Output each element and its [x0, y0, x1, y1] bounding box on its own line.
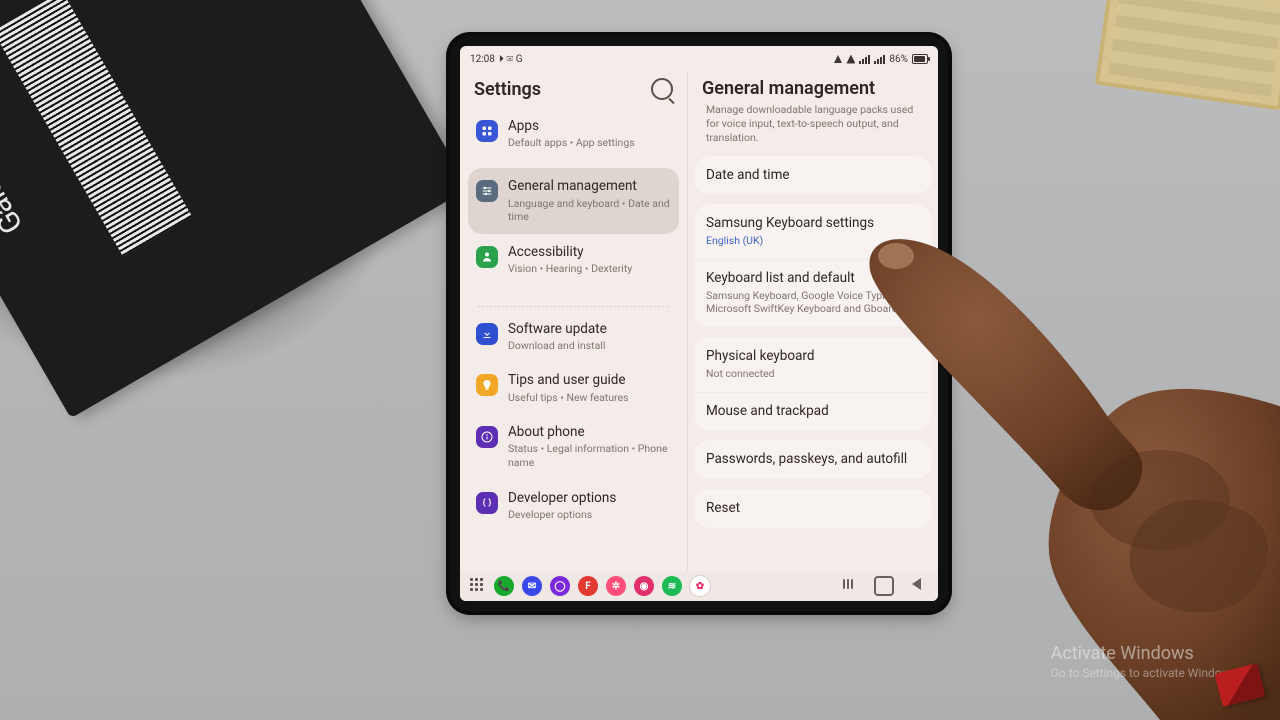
sidebar-title: Settings — [474, 79, 541, 100]
settings-sidebar: Settings Apps Default apps • App settings… — [460, 70, 688, 571]
battery-percentage: 86% — [889, 54, 908, 65]
setting-row-label: Keyboard list and default — [706, 270, 920, 287]
sidebar-item-subtitle: Download and install — [508, 339, 671, 353]
settings-group: Reset — [694, 489, 932, 528]
watermark-title: Activate Windows — [1051, 643, 1240, 664]
sidebar-item-label: About phone — [508, 424, 671, 440]
search-icon[interactable] — [651, 78, 673, 100]
setting-row-pw[interactable]: Passwords, passkeys, and autofill — [694, 440, 932, 479]
detail-intro-subtitle: Manage downloadable language packs used … — [694, 103, 932, 156]
setting-row-reset[interactable]: Reset — [694, 489, 932, 528]
status-time: 12:08 — [470, 54, 495, 65]
watermark-subtitle: Go to Settings to activate Windows. — [1051, 666, 1240, 680]
nav-home-button[interactable] — [874, 576, 894, 596]
tips-icon — [476, 374, 498, 396]
setting-row-subtitle: Not connected — [706, 367, 920, 381]
battery-icon — [912, 54, 928, 64]
sidebar-item-tips[interactable]: Tips and user guide Useful tips • New fea… — [468, 362, 679, 414]
sidebar-item-label: Apps — [508, 118, 671, 134]
app-drawer-icon[interactable] — [470, 578, 486, 594]
mute-icon — [834, 55, 842, 63]
setting-row-kbdlist[interactable]: Keyboard list and default Samsung Keyboar… — [694, 259, 932, 327]
taskbar-app-app-pink[interactable]: ✲ — [606, 576, 626, 596]
sidebar-item-label: Accessibility — [508, 244, 671, 260]
settings-group: Samsung Keyboard settings English (UK) Key… — [694, 204, 932, 327]
taskbar-app-instagram[interactable]: ◉ — [634, 576, 654, 596]
setting-row-physkb[interactable]: Physical keyboard Not connected — [694, 337, 932, 392]
sidebar-item-general[interactable]: General management Language and keyboard … — [468, 168, 679, 233]
sidebar-item-swupdate[interactable]: Software update Download and install — [468, 311, 679, 363]
taskbar-app-spotify[interactable]: ≋ — [662, 576, 682, 596]
swupdate-icon — [476, 323, 498, 345]
windows-watermark: Activate Windows Go to Settings to activ… — [1051, 643, 1240, 680]
setting-row-label: Date and time — [706, 167, 920, 184]
nav-recents-button[interactable] — [840, 576, 856, 592]
sidebar-item-access[interactable]: Accessibility Vision • Hearing • Dexterit… — [468, 234, 679, 286]
status-bar: 12:08 ⏵ ✉ G 86% — [460, 46, 938, 70]
setting-row-label: Passwords, passkeys, and autofill — [706, 451, 920, 468]
setting-row-label: Mouse and trackpad — [706, 403, 920, 420]
sidebar-item-subtitle: Default apps • App settings — [508, 136, 671, 150]
setting-row-skb[interactable]: Samsung Keyboard settings English (UK) — [694, 204, 932, 259]
nav-back-button[interactable] — [912, 576, 928, 592]
sidebar-item-label: General management — [508, 178, 671, 194]
sidebar-item-subtitle: Status • Legal information • Phone name — [508, 442, 671, 469]
sidebar-item-devopt[interactable]: Developer options Developer options — [468, 480, 679, 532]
settings-group: Physical keyboard Not connected Mouse and … — [694, 337, 932, 430]
setting-row-datetime[interactable]: Date and time — [694, 156, 932, 195]
setting-row-subtitle: Samsung Keyboard, Google Voice Typing, M… — [706, 289, 920, 316]
setting-row-label: Reset — [706, 500, 920, 517]
taskbar-app-browser[interactable]: ◯ — [550, 576, 570, 596]
settings-group: Passwords, passkeys, and autofill — [694, 440, 932, 479]
product-box-label: Galaxy Z Fold6 — [0, 64, 30, 240]
setting-row-label: Samsung Keyboard settings — [706, 215, 920, 232]
sidebar-item-label: Software update — [508, 321, 671, 337]
wifi-icon — [846, 55, 855, 64]
detail-title: General management — [702, 78, 924, 99]
apps-icon — [476, 120, 498, 142]
sidebar-item-subtitle: Developer options — [508, 508, 671, 522]
sidebar-item-label: Developer options — [508, 490, 671, 506]
product-box-barcode — [0, 0, 192, 256]
detail-pane: General management Manage downloadable l… — [688, 70, 938, 571]
taskbar-app-photos[interactable]: ✿ — [690, 576, 710, 596]
taskbar-app-phone[interactable]: 📞 — [494, 576, 514, 596]
sidebar-item-subtitle: Vision • Hearing • Dexterity — [508, 262, 671, 276]
status-indicators: ⏵ ✉ G — [499, 54, 523, 65]
general-icon — [476, 180, 498, 202]
taskbar-app-messages[interactable]: ✉ — [522, 576, 542, 596]
settings-group: Date and time — [694, 156, 932, 195]
screen: 12:08 ⏵ ✉ G 86% Settings Apps Default app… — [460, 46, 938, 601]
device-frame: 12:08 ⏵ ✉ G 86% Settings Apps Default app… — [450, 36, 948, 611]
signal-icon — [859, 55, 870, 64]
sidebar-item-subtitle: Useful tips • New features — [508, 391, 671, 405]
taskbar: 📞 ✉ ◯ F ✲ ◉ ≋ ✿ — [460, 571, 938, 601]
taskbar-app-news[interactable]: F — [578, 576, 598, 596]
sidebar-item-about[interactable]: About phone Status • Legal information • … — [468, 414, 679, 479]
about-icon — [476, 426, 498, 448]
access-icon — [476, 246, 498, 268]
setting-row-subtitle: English (UK) — [706, 234, 920, 248]
sidebar-item-label: Tips and user guide — [508, 372, 671, 388]
devopt-icon — [476, 492, 498, 514]
setting-row-label: Physical keyboard — [706, 348, 920, 365]
setting-row-mouse[interactable]: Mouse and trackpad — [694, 392, 932, 431]
sidebar-item-subtitle: Language and keyboard • Date and time — [508, 197, 671, 224]
signal-icon-2 — [874, 55, 885, 64]
sidebar-item-apps[interactable]: Apps Default apps • App settings — [468, 108, 679, 160]
